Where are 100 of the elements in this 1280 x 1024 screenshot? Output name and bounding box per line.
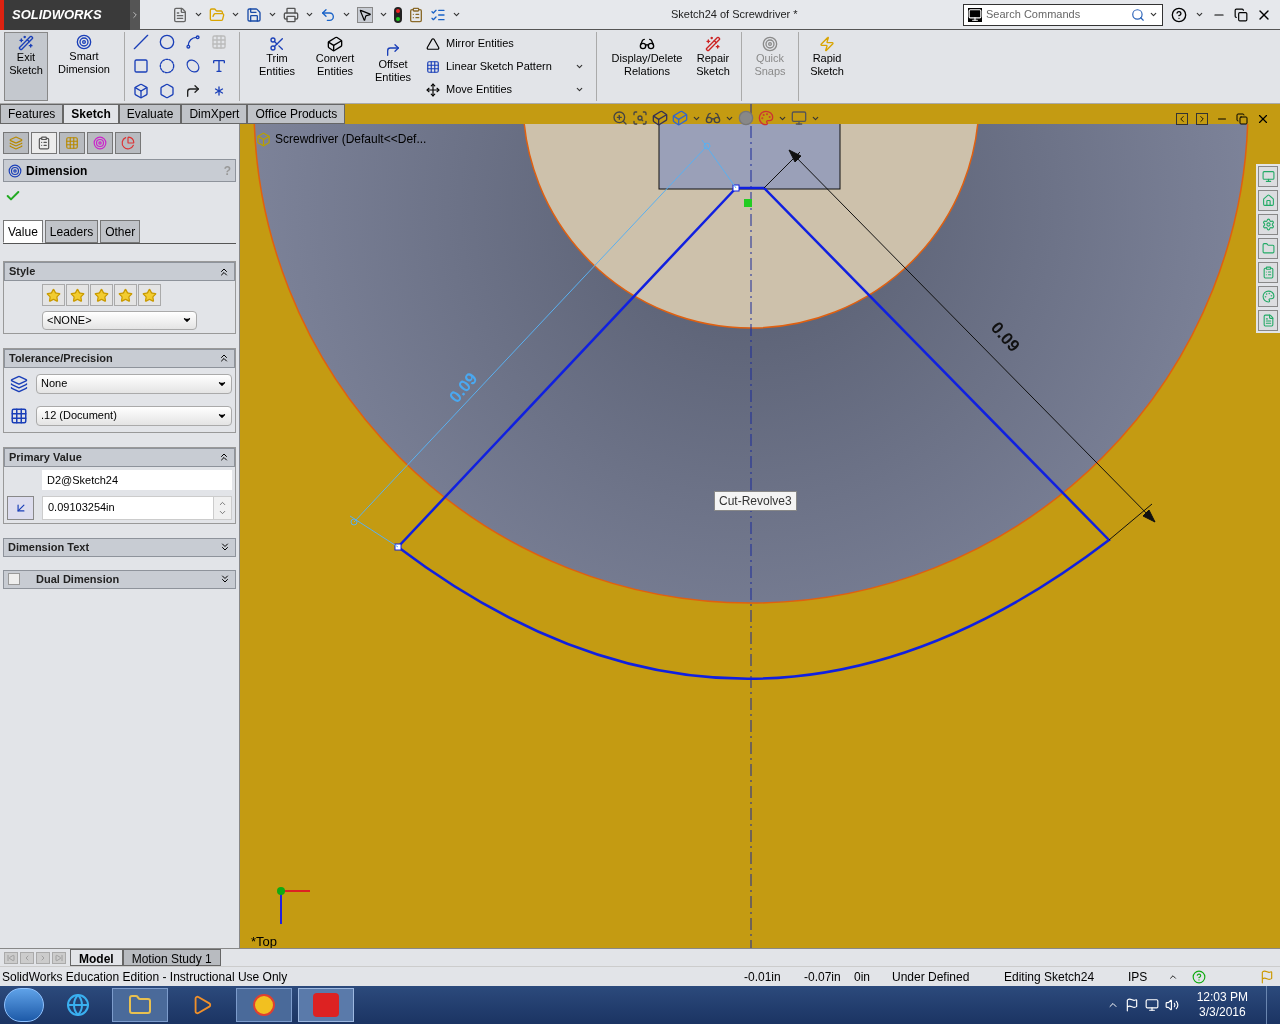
section-header[interactable]: Style — [4, 262, 235, 281]
help-icon[interactable] — [1171, 6, 1187, 23]
save-icon[interactable] — [246, 6, 262, 23]
caret-icon[interactable] — [194, 10, 203, 19]
zoom-area-icon[interactable] — [632, 110, 648, 126]
model-tab[interactable]: Model — [70, 949, 123, 966]
caret-icon[interactable] — [452, 10, 461, 19]
zoom-icon[interactable] — [612, 110, 628, 126]
task-pane-tab[interactable] — [1258, 262, 1278, 283]
task-pane-tab[interactable] — [1258, 166, 1278, 187]
app-logo[interactable]: SOLIDWORKS — [0, 0, 130, 30]
task-pane-tab[interactable] — [1258, 190, 1278, 211]
previous-icon[interactable] — [1176, 113, 1188, 125]
task-pane-tab[interactable] — [1258, 310, 1278, 331]
volume-icon[interactable] — [1164, 998, 1179, 1012]
next-icon[interactable] — [1196, 113, 1208, 125]
display-icon[interactable] — [791, 110, 807, 126]
section-view-icon[interactable] — [652, 110, 668, 126]
command-tab[interactable]: Office Products — [247, 104, 346, 124]
close-icon[interactable] — [1256, 112, 1270, 126]
search-icon[interactable] — [1131, 7, 1145, 22]
text-icon[interactable] — [211, 58, 227, 75]
ribbon-tool[interactable]: Repair Sketch — [689, 32, 737, 101]
undo-icon[interactable] — [320, 6, 336, 23]
model-tab[interactable]: Motion Study 1 — [122, 949, 221, 966]
panel-tab[interactable] — [31, 132, 57, 154]
new-document-icon[interactable] — [172, 6, 188, 23]
start-button[interactable] — [4, 988, 44, 1022]
taskbar-app[interactable] — [112, 988, 168, 1022]
caret-icon[interactable] — [305, 10, 314, 19]
taskbar-app[interactable] — [298, 988, 354, 1022]
ribbon-tool[interactable]: Convert Entities — [306, 32, 364, 101]
search-field[interactable]: Search Commands — [986, 6, 1127, 23]
caret-icon[interactable] — [1149, 10, 1158, 19]
dropdown[interactable]: None — [36, 373, 232, 394]
section-header[interactable]: Tolerance/Precision — [4, 348, 235, 368]
tree-item[interactable]: Screwdriver (Default<<Def... — [275, 130, 427, 148]
polygon-icon[interactable] — [159, 82, 175, 99]
value-field[interactable]: 0.09103254in — [43, 496, 213, 519]
ribbon-tool[interactable]: Offset Entities — [364, 32, 422, 101]
caret-icon[interactable] — [342, 10, 351, 19]
network-icon[interactable] — [1144, 998, 1159, 1012]
restore-icon[interactable] — [1236, 113, 1248, 125]
value-tab[interactable]: Value — [3, 220, 43, 243]
section-header[interactable]: Dimension Text — [3, 537, 236, 557]
ribbon-tool[interactable]: Rapid Sketch — [803, 32, 851, 101]
expand-icon[interactable] — [219, 573, 231, 585]
ribbon-tool[interactable]: Trim Entities — [248, 32, 306, 101]
rectangle-icon[interactable] — [133, 58, 149, 75]
section-header[interactable]: Primary Value — [4, 447, 235, 467]
name-field[interactable]: D2@Sketch24 — [42, 469, 232, 490]
search-box[interactable]: Search Commands — [963, 3, 1163, 26]
value-tab[interactable]: Other — [100, 220, 141, 243]
task-pane-tab[interactable] — [1258, 286, 1278, 307]
ribbon-list-tool[interactable]: Mirror Entities — [426, 35, 584, 52]
units-button[interactable]: IPS — [1128, 967, 1168, 986]
collapse-icon[interactable] — [218, 451, 230, 463]
dashed-circle-icon[interactable] — [159, 58, 175, 75]
caret-icon[interactable] — [231, 10, 240, 19]
command-tab[interactable]: DimXpert — [181, 104, 248, 124]
ribbon-tool[interactable]: Smart Dimension — [48, 32, 120, 101]
caret-icon[interactable] — [1195, 10, 1204, 19]
restore-icon[interactable] — [1234, 7, 1248, 22]
circle-icon[interactable] — [159, 34, 175, 50]
expand-icon[interactable] — [219, 541, 231, 553]
sketch-profile-drawing[interactable] — [394, 184, 1111, 680]
print-icon[interactable] — [283, 6, 299, 23]
ribbon-list-tool[interactable]: Move Entities — [426, 81, 569, 98]
ribbon-list-tool[interactable]: Linear Sketch Pattern — [426, 58, 569, 75]
value-tab[interactable]: Leaders — [44, 220, 99, 243]
spin-buttons[interactable] — [213, 496, 231, 519]
taskbar-app[interactable] — [236, 988, 292, 1022]
command-tab[interactable]: Evaluate — [118, 104, 182, 124]
command-tab[interactable]: Sketch — [63, 104, 119, 124]
collapse-icon[interactable] — [218, 352, 230, 364]
section-header[interactable]: Dual Dimension — [3, 569, 236, 589]
clock[interactable]: 12:03 PM 3/3/2016 — [1184, 990, 1260, 1020]
line-icon[interactable] — [133, 34, 149, 50]
select-pointer-icon[interactable] — [357, 6, 373, 23]
options-icon[interactable] — [408, 6, 424, 23]
ribbon-tool[interactable]: Display/Delete Relations — [605, 32, 689, 101]
command-tab[interactable]: Features — [0, 104, 64, 124]
ribbon-tool[interactable]: Exit Sketch — [4, 32, 48, 101]
value-spin-box[interactable]: 0.09103254in — [42, 495, 232, 520]
dropdown[interactable]: .12 (Document) — [36, 405, 232, 426]
trim-icon — [269, 36, 285, 52]
spline-icon[interactable] — [185, 34, 201, 50]
dropdown[interactable]: <NONE> — [42, 311, 197, 330]
checkbox[interactable] — [8, 573, 20, 585]
traffic-light-icon[interactable] — [394, 6, 402, 23]
fillet-icon[interactable] — [185, 82, 201, 99]
caret-icon[interactable] — [575, 62, 584, 71]
action-center-icon[interactable] — [1124, 998, 1139, 1012]
hide-show-icon[interactable] — [705, 110, 721, 126]
caret-icon[interactable] — [575, 85, 584, 94]
caret-icon[interactable] — [379, 10, 388, 19]
task-pane-tab[interactable] — [1258, 214, 1278, 235]
caret-icon[interactable] — [268, 10, 277, 19]
reverse-direction-button[interactable] — [7, 495, 34, 520]
task-pane-tab[interactable] — [1258, 238, 1278, 259]
